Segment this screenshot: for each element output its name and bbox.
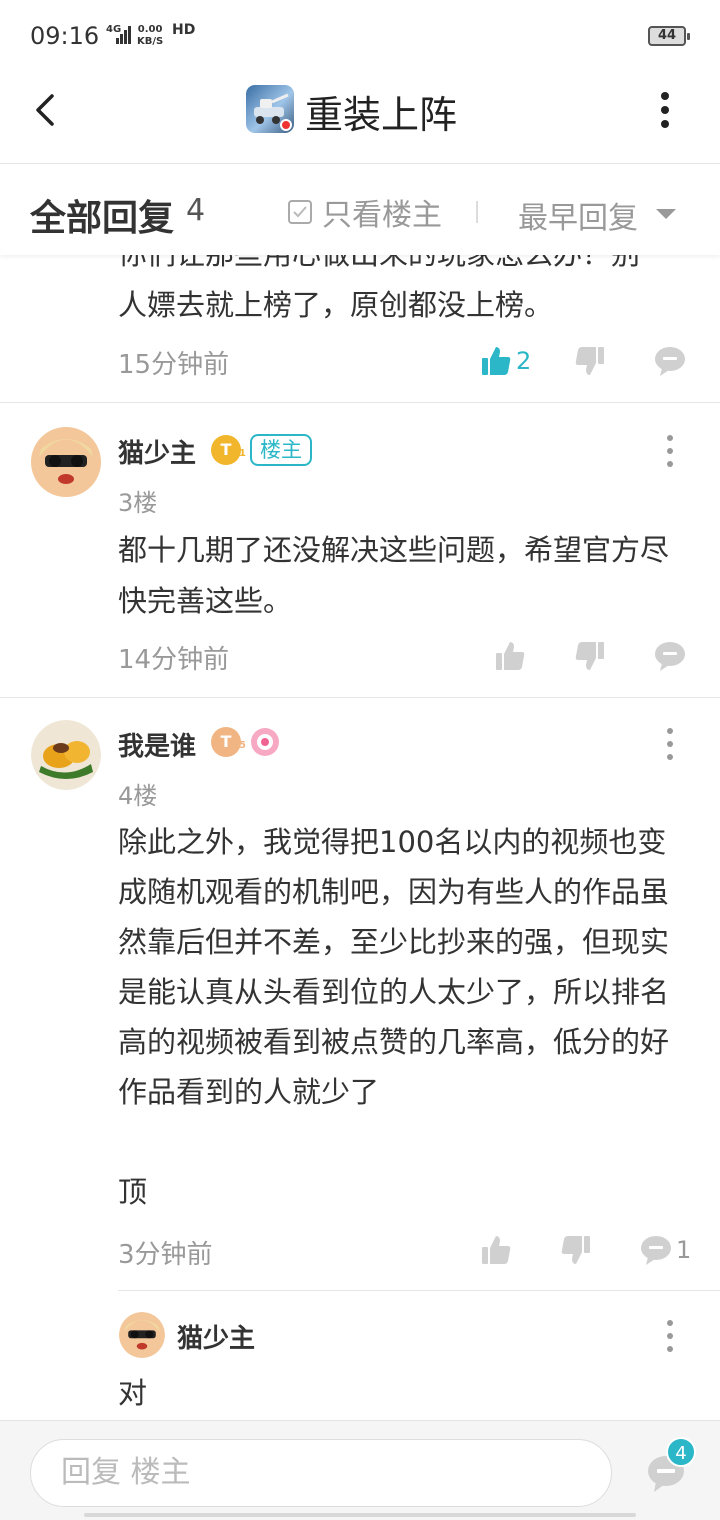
dislike-button[interactable]: [574, 343, 606, 379]
like-button[interactable]: 2: [480, 343, 531, 379]
comment-time: 3分钟前: [118, 1240, 213, 1270]
reply-count-badge: 4: [666, 1437, 696, 1467]
filter-bar: 全部回复 4 只看楼主 最早回复: [0, 165, 720, 255]
more-vertical-icon[interactable]: [664, 1318, 676, 1354]
sub-reply: 猫少主 对: [0, 1290, 720, 1420]
network-speed: 0.00 KB/S: [137, 24, 163, 48]
comment-text: 除此之外，我觉得把100名以内的视频也变成随机观看的机制吧，因为有些人的作品虽然…: [118, 825, 670, 1209]
home-indicator: [84, 1513, 636, 1517]
page-title: 重装上阵: [305, 93, 458, 137]
comment-bubble-icon[interactable]: [654, 345, 686, 377]
like-button[interactable]: [480, 1232, 512, 1268]
more-vertical-icon[interactable]: [664, 433, 676, 469]
battery-icon: 44: [648, 26, 690, 46]
comment-time: 15分钟前: [118, 350, 230, 380]
level-number: 1: [239, 448, 246, 459]
op-tag: 楼主: [250, 434, 312, 466]
status-bar: 09:16 4G 0.00 KB/S HD 44: [0, 0, 720, 72]
thumb-up-icon[interactable]: [494, 640, 526, 672]
only-op-toggle[interactable]: 只看楼主: [288, 193, 442, 233]
username[interactable]: 猫少主: [118, 433, 196, 470]
comment-item: 我是谁 T5 4楼 除此之外，我觉得把100名以内的视频也变成随机观看的机制吧，…: [0, 698, 720, 1420]
speed-value: 0.00: [137, 24, 163, 35]
comment-text: 都十几期了还没解决这些问题，希望官方尽快完善这些。: [118, 533, 670, 618]
signal-icon: [116, 26, 131, 44]
like-button[interactable]: [494, 638, 526, 674]
caret-down-icon[interactable]: [656, 209, 676, 219]
sort-dropdown[interactable]: 最早回复: [518, 193, 638, 237]
reply-count: 4: [186, 193, 206, 228]
thumb-up-icon[interactable]: [480, 345, 512, 377]
reply-input[interactable]: 回复 楼主: [30, 1439, 612, 1507]
hd-indicator: HD: [172, 22, 196, 38]
app-icon: [246, 85, 294, 133]
reply-count: 1: [676, 1236, 692, 1264]
speed-unit: KB/S: [137, 36, 164, 47]
floor-number: 4楼: [118, 782, 158, 810]
comment-text-partial: 你们让那些用心做出来的玩家怎么办？别: [118, 255, 688, 280]
medal-icon: [251, 728, 279, 756]
username[interactable]: 我是谁: [118, 726, 196, 763]
thumb-up-icon[interactable]: [480, 1234, 512, 1266]
comment-item: 你们让那些用心做出来的玩家怎么办？别 人嫖去就上榜了，原创都没上榜。 15分钟前…: [0, 255, 720, 402]
bottom-bar: 回复 楼主 4: [0, 1420, 720, 1520]
like-count: 2: [516, 347, 532, 375]
comment-button[interactable]: 1: [640, 1232, 691, 1268]
comment-bubble-icon[interactable]: [640, 1234, 672, 1266]
floor-number: 3楼: [118, 489, 158, 517]
level-badge-icon: T1: [211, 435, 246, 465]
back-arrow-icon[interactable]: [28, 90, 68, 130]
more-vertical-icon[interactable]: [664, 726, 676, 762]
divider: [476, 201, 478, 223]
checkbox-icon[interactable]: [288, 200, 312, 224]
comment-bubble-icon[interactable]: [654, 640, 686, 672]
level-badge-icon: T5: [211, 727, 246, 757]
level-text: T: [220, 732, 232, 751]
dislike-button[interactable]: [574, 638, 606, 674]
status-time: 09:16: [30, 22, 100, 50]
more-vertical-icon[interactable]: [650, 88, 680, 132]
username[interactable]: 猫少主: [177, 1318, 255, 1355]
level-text: T: [220, 440, 232, 459]
thumb-down-icon[interactable]: [574, 345, 606, 377]
avatar[interactable]: [31, 720, 101, 790]
sub-reply-text: 对: [118, 1376, 148, 1410]
only-op-label: 只看楼主: [322, 198, 442, 233]
all-replies-title: 全部回复: [30, 198, 175, 239]
avatar[interactable]: [31, 427, 101, 497]
thumb-down-icon[interactable]: [574, 640, 606, 672]
comment-button[interactable]: [654, 638, 686, 674]
comment-text: 人嫖去就上榜了，原创都没上榜。: [118, 288, 554, 322]
title-bar: 重装上阵: [0, 72, 720, 164]
comment-time: 14分钟前: [118, 645, 230, 675]
dislike-button[interactable]: [560, 1232, 592, 1268]
battery-level: 44: [657, 28, 677, 43]
avatar[interactable]: [119, 1312, 165, 1358]
comment-list[interactable]: 你们让那些用心做出来的玩家怎么办？别 人嫖去就上榜了，原创都没上榜。 15分钟前…: [0, 255, 720, 1420]
comment-item: 猫少主 T1 楼主 3楼 都十几期了还没解决这些问题，希望官方尽快完善这些。 1…: [0, 403, 720, 697]
level-number: 5: [239, 740, 246, 751]
thumb-down-icon[interactable]: [560, 1234, 592, 1266]
comment-button[interactable]: [654, 343, 686, 379]
